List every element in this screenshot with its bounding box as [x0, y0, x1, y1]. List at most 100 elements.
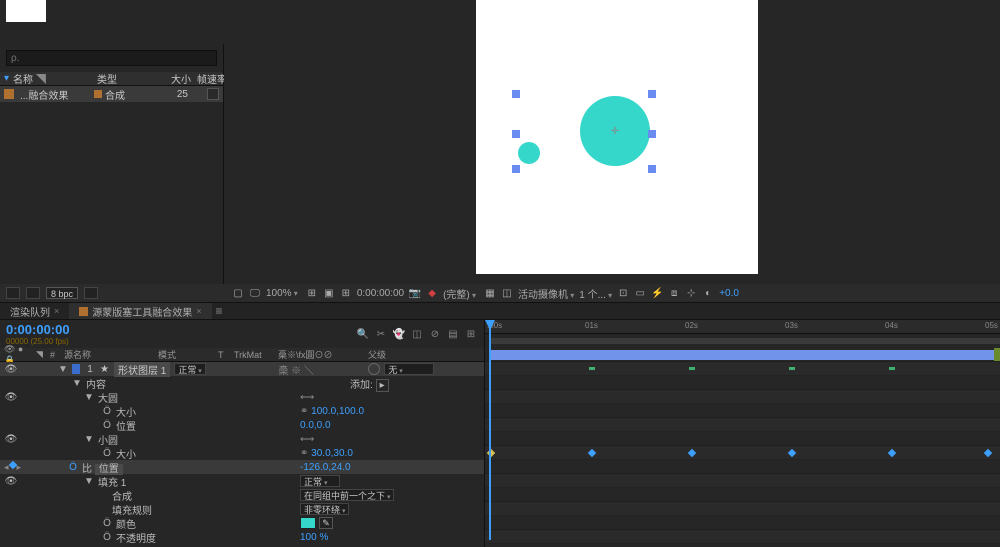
- stopwatch-icon[interactable]: Ö: [102, 532, 112, 543]
- prop-value[interactable]: ⚭ 30.0,30.0: [300, 448, 353, 459]
- close-icon[interactable]: ×: [196, 306, 201, 316]
- prop-value[interactable]: 100 %: [300, 532, 328, 543]
- snapshot-icon[interactable]: 📷: [409, 287, 421, 299]
- small-circle-shape[interactable]: [518, 142, 540, 164]
- monitor-icon[interactable]: 🖵: [249, 287, 261, 299]
- col-source-name[interactable]: 源名称: [64, 348, 154, 361]
- layer-duration-bar[interactable]: [489, 350, 1000, 360]
- visibility-toggle[interactable]: 👁: [4, 434, 18, 445]
- track-row[interactable]: [485, 376, 1000, 390]
- group-fill[interactable]: 👁 ▼ 填充 1 正常: [0, 474, 484, 488]
- prop-composite[interactable]: 合成 在同组中前一个之下: [0, 488, 484, 502]
- prop-fill-rule[interactable]: 填充规则 非零环绕: [0, 502, 484, 516]
- layer-name[interactable]: 形状图层 1: [114, 362, 170, 377]
- reset-exposure-icon[interactable]: ◐: [702, 287, 714, 299]
- trash-icon[interactable]: [84, 287, 98, 299]
- track-row[interactable]: [485, 488, 1000, 502]
- next-keyframe-icon[interactable]: ▸: [17, 462, 22, 473]
- eyedropper-icon[interactable]: ✎: [319, 517, 333, 529]
- camera-dropdown[interactable]: 活动摄像机: [518, 286, 574, 301]
- resolution-icon[interactable]: ⊞: [306, 287, 318, 299]
- track-row[interactable]: [485, 362, 1000, 376]
- current-time[interactable]: 0:00:00:00: [6, 322, 70, 337]
- col-type-label[interactable]: 类型: [97, 71, 147, 86]
- col-mode[interactable]: 模式: [158, 348, 214, 361]
- graph-editor-icon[interactable]: ▤: [446, 327, 460, 341]
- time-ruler[interactable]: :00s 01s 02s 03s 04s 05s: [485, 320, 1000, 334]
- project-item-row[interactable]: ...融合效果 合成 25: [0, 86, 223, 102]
- track-row[interactable]: [485, 418, 1000, 432]
- keyframe-diamond[interactable]: [688, 449, 696, 457]
- track-row[interactable]: [485, 390, 1000, 404]
- prev-keyframe-icon[interactable]: ◂: [4, 462, 9, 473]
- fast-preview-icon[interactable]: ⚡: [651, 287, 663, 299]
- composition-viewer[interactable]: ✛: [224, 0, 1000, 284]
- 3d-icon[interactable]: ▦: [484, 287, 496, 299]
- shy-icon[interactable]: 👻: [392, 327, 406, 341]
- col-t[interactable]: T: [218, 350, 230, 360]
- big-circle-shape[interactable]: ✛: [580, 96, 650, 166]
- visibility-toggle[interactable]: 👁: [4, 476, 18, 487]
- stopwatch-icon[interactable]: Ö: [102, 406, 112, 417]
- track-row[interactable]: [485, 474, 1000, 488]
- keyframe-diamond[interactable]: [888, 449, 896, 457]
- composite-dropdown[interactable]: 在同组中前一个之下: [300, 489, 394, 501]
- search-icon[interactable]: 🔍: [356, 327, 370, 341]
- prop-value[interactable]: -126.0,24.0: [300, 462, 351, 473]
- quality-dropdown[interactable]: (完整): [443, 286, 476, 301]
- new-folder-icon[interactable]: [26, 287, 40, 299]
- stopwatch-icon[interactable]: Ö: [102, 518, 112, 529]
- keyframe-diamond[interactable]: [984, 449, 992, 457]
- selection-handle[interactable]: [512, 90, 520, 98]
- safe-zones-icon[interactable]: ▣: [323, 287, 335, 299]
- timeline-icon[interactable]: ⧈: [668, 287, 680, 299]
- work-area-bar[interactable]: [489, 338, 1000, 344]
- selection-handle[interactable]: [512, 165, 520, 173]
- channel-icon[interactable]: ◆: [426, 287, 438, 299]
- viewer-timecode[interactable]: 0:00:00:00: [357, 288, 404, 299]
- comp-canvas[interactable]: ✛: [476, 0, 758, 274]
- layer-row[interactable]: 👁 ▼ 1 ★ 形状图层 1 正常 槀 ※ ＼ 无: [0, 362, 484, 376]
- group-contents[interactable]: ▼ 内容 添加: ▸: [0, 376, 484, 390]
- prop-value[interactable]: 0.0,0.0: [300, 420, 331, 431]
- mask-icon[interactable]: ▢: [232, 287, 244, 299]
- track-row[interactable]: [485, 404, 1000, 418]
- track-row[interactable]: [485, 432, 1000, 446]
- grid-icon[interactable]: ⊞: [340, 287, 352, 299]
- col-parent[interactable]: 父级: [368, 348, 480, 361]
- keyframe-diamond[interactable]: [788, 449, 796, 457]
- exposure-value[interactable]: +0.0: [719, 288, 739, 299]
- group-big-circle[interactable]: 👁 ▼ 大圆 ⟷: [0, 390, 484, 404]
- keyframe-diamond[interactable]: [588, 449, 596, 457]
- prop-small-size[interactable]: Ö 大小 ⚭ 30.0,30.0: [0, 446, 484, 460]
- close-icon[interactable]: ×: [54, 306, 59, 316]
- zoom-dropdown[interactable]: 100%: [266, 288, 298, 299]
- draft3d-icon[interactable]: ◫: [501, 287, 513, 299]
- tab-composition[interactable]: 源蒙版塞工具融合效果 ×: [69, 303, 211, 319]
- twirl-icon[interactable]: ▼: [58, 364, 68, 375]
- view-opt-icon[interactable]: ⊡: [617, 287, 629, 299]
- track-row[interactable]: [485, 516, 1000, 530]
- brain-icon[interactable]: ⊞: [464, 327, 478, 341]
- fill-rule-dropdown[interactable]: 非零环绕: [300, 503, 349, 515]
- track-row[interactable]: [485, 460, 1000, 474]
- layer-color-tag[interactable]: [72, 364, 80, 374]
- panel-menu-icon[interactable]: ≡: [216, 304, 223, 318]
- views-dropdown[interactable]: 1 个...: [579, 286, 612, 301]
- col-render-label[interactable]: 帧速率: [195, 71, 227, 86]
- track-row[interactable]: [485, 502, 1000, 516]
- stopwatch-icon[interactable]: Ö: [102, 448, 112, 459]
- prop-color[interactable]: Ö 颜色 ✎: [0, 516, 484, 530]
- visibility-toggle[interactable]: 👁: [4, 392, 18, 403]
- playhead[interactable]: [489, 320, 491, 540]
- flowchart-icon[interactable]: ⊹: [685, 287, 697, 299]
- selection-handle[interactable]: [648, 165, 656, 173]
- prop-big-position[interactable]: Ö 位置 0.0,0.0: [0, 418, 484, 432]
- layer-out-point[interactable]: [994, 348, 1000, 361]
- parent-dropdown[interactable]: 无: [384, 363, 434, 375]
- twirl-icon[interactable]: ▼: [84, 434, 94, 445]
- visibility-toggle[interactable]: 👁: [4, 364, 18, 375]
- col-trkmat[interactable]: TrkMat: [234, 350, 274, 360]
- fill-mode-dropdown[interactable]: 正常: [300, 475, 340, 487]
- comp-mini-icon[interactable]: ✂: [374, 327, 388, 341]
